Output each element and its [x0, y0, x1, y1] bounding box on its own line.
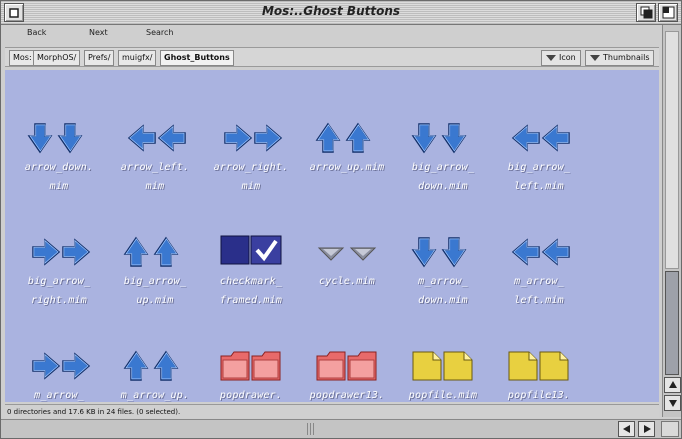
arrow-up-icon: [123, 348, 187, 384]
next-button[interactable]: Next: [89, 28, 108, 37]
crumb-morphos[interactable]: MorphOS/: [33, 50, 81, 66]
scroll-down-button[interactable]: [664, 395, 681, 411]
file-label: big_arrow_ right.mim: [27, 276, 91, 306]
file-label: m_arrow_up.: [120, 390, 190, 401]
file-manager-window: Mos:..Ghost Buttons Back Next Search Mos…: [0, 0, 682, 439]
file-label: arrow_down. mim: [24, 162, 94, 192]
file-label: arrow_left. mim: [120, 162, 190, 192]
arrow-left-icon: [622, 425, 630, 433]
file-icon: [507, 348, 571, 384]
scroll-right-button[interactable]: [638, 421, 655, 437]
depth-button[interactable]: [636, 3, 656, 22]
file-label: big_arrow_ left.mim: [507, 162, 571, 192]
file-icon: [411, 348, 475, 384]
close-icon: [9, 7, 19, 18]
icon-view[interactable]: arrow_down. mim arrow_left. mim arrow_righ…: [5, 70, 659, 402]
arrow-up-icon: [123, 234, 187, 270]
scroll-left-button[interactable]: [618, 421, 635, 437]
arrow-right-icon: [27, 234, 91, 270]
back-button[interactable]: Back: [27, 28, 46, 37]
horizontal-scrollbar[interactable]: [1, 419, 681, 438]
file-label: cycle.mim: [319, 276, 375, 287]
file-label: popdrawer.: [219, 390, 283, 401]
drawer-icon: [315, 348, 379, 384]
file-label: big_arrow_ down.mim: [411, 162, 475, 192]
file-label: arrow_up.mim: [309, 162, 385, 173]
dropdown-icon: [590, 55, 600, 61]
crumb-ghost-buttons[interactable]: Ghost_Buttons: [160, 50, 234, 66]
arrow-left-icon: [507, 234, 571, 270]
view-thumbnails-label: Thumbnails: [603, 53, 650, 62]
path-bar: Mos: MorphOS/ Prefs/ muigfx/ Ghost_Butto…: [5, 47, 659, 67]
file-label: m_arrow_: [34, 390, 84, 401]
depth-icon: [640, 6, 652, 19]
scroll-knob[interactable]: [665, 271, 679, 375]
window-title: Mos:..Ghost Buttons: [261, 4, 401, 18]
arrow-up-icon: [668, 381, 677, 388]
drawer-icon: [219, 348, 283, 384]
file-label: popdrawer13.: [309, 390, 385, 401]
scroll-up-button[interactable]: [664, 377, 681, 393]
arrow-left-icon: [123, 120, 187, 156]
crumb-muigfx[interactable]: muigfx/: [118, 50, 157, 66]
crumb-prefs[interactable]: Prefs/: [84, 50, 115, 66]
status-bar: 0 directories and 17.6 KB in 24 files. (…: [5, 404, 659, 418]
resize-gadget[interactable]: [661, 421, 679, 437]
zoom-icon: [662, 6, 674, 19]
view-thumbnails-button[interactable]: Thumbnails: [585, 50, 655, 66]
arrow-down-icon: [411, 120, 475, 156]
search-button[interactable]: Search: [146, 28, 173, 37]
file-label: checkmark_ framed.mim: [219, 276, 283, 306]
view-icon-button[interactable]: Icon: [541, 50, 581, 66]
file-label: big_arrow_ up.mim: [123, 276, 187, 306]
arrow-right-icon: [219, 120, 283, 156]
scroll-grip[interactable]: [307, 423, 315, 435]
arrow-down-icon: [411, 234, 475, 270]
arrow-down-icon: [668, 400, 677, 407]
file-label: m_arrow_ left.mim: [514, 276, 564, 306]
zoom-button[interactable]: [658, 3, 678, 22]
view-icon-label: Icon: [559, 53, 576, 62]
arrow-right-icon: [643, 425, 651, 433]
scroll-track[interactable]: [665, 31, 679, 269]
arrow-left-icon: [507, 120, 571, 156]
toolbar: Back Next Search: [5, 28, 659, 45]
title-bar[interactable]: Mos:..Ghost Buttons: [1, 1, 681, 25]
arrow-right-icon: [27, 348, 91, 384]
cycle-icon: [315, 234, 379, 270]
arrow-up-icon: [315, 120, 379, 156]
vertical-scrollbar[interactable]: [662, 25, 681, 417]
file-label: popfile.mim: [408, 390, 478, 401]
crumb-mos[interactable]: Mos:: [9, 50, 36, 66]
checkmark-icon: [219, 234, 283, 270]
file-label: m_arrow_ down.mim: [418, 276, 468, 306]
arrow-down-icon: [27, 120, 91, 156]
file-label: popfile13.: [507, 390, 571, 401]
dropdown-icon: [546, 55, 556, 61]
file-label: arrow_right. mim: [213, 162, 289, 192]
close-button[interactable]: [4, 3, 24, 22]
